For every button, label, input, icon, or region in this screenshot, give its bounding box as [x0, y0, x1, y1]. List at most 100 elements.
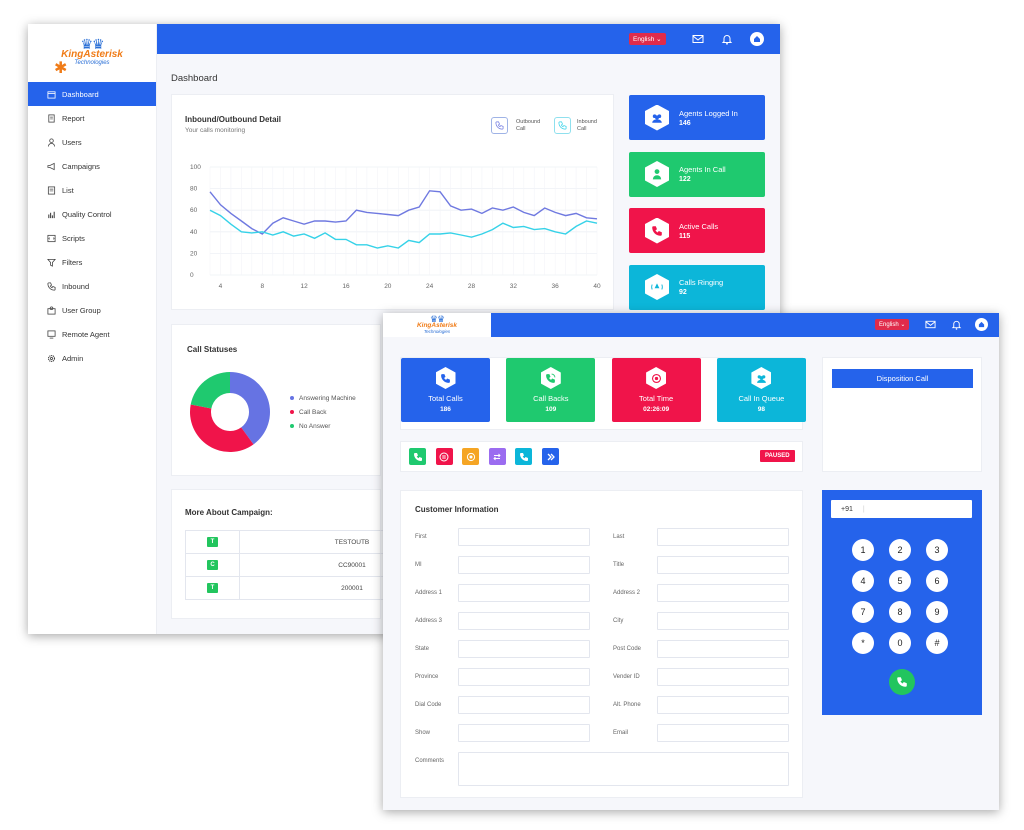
call-statuses-title: Call Statuses — [187, 345, 238, 354]
tile-label: Total Time — [639, 394, 674, 403]
stat-text: Agents Logged In 146 — [679, 109, 738, 127]
disposition-call-button[interactable]: Disposition Call — [832, 369, 973, 388]
tile-label: Call In Queue — [738, 394, 785, 403]
pause-button[interactable] — [435, 448, 453, 465]
stat-text: Agents In Call 122 — [679, 165, 726, 183]
legend-item: No Answer — [290, 419, 356, 433]
field-city-input[interactable] — [657, 612, 789, 630]
field-show-input[interactable] — [458, 724, 590, 742]
sidebar-item-users[interactable]: Users — [28, 130, 156, 154]
sidebar-item-filters[interactable]: Filters — [28, 250, 156, 274]
field-mi-input[interactable] — [458, 556, 590, 574]
tile-hexagon — [540, 367, 561, 389]
next-button[interactable] — [542, 448, 559, 465]
field-label: Post Code — [613, 646, 642, 652]
dial-key[interactable]: 7 — [852, 601, 874, 623]
phone-icon — [441, 373, 450, 383]
stat-text: Calls Ringing 92 — [679, 278, 723, 296]
field-label: Title — [613, 562, 625, 568]
field-email-input[interactable] — [657, 724, 789, 742]
mail-icon[interactable] — [925, 319, 936, 330]
sidebar-item-report[interactable]: Report — [28, 106, 156, 130]
field-label: Address 2 — [613, 590, 641, 596]
y-tick-label: 40 — [190, 229, 198, 236]
users-icon — [652, 113, 662, 123]
field-alt-phone-input[interactable] — [657, 696, 789, 714]
badge-cell: T — [185, 576, 240, 600]
comments-textarea[interactable] — [458, 752, 789, 786]
sidebar-item-remote-agent[interactable]: Remote Agent — [28, 322, 156, 346]
phone-icon — [413, 452, 422, 461]
field-address-1-input[interactable] — [458, 584, 590, 602]
field-state-input[interactable] — [458, 640, 590, 658]
top-bar: English ⌄ — [157, 24, 780, 54]
field-label: Dial Code — [415, 702, 442, 708]
record-button[interactable] — [462, 448, 480, 465]
sidebar-item-inbound[interactable]: Inbound — [28, 274, 156, 298]
y-tick-label: 0 — [190, 272, 194, 279]
home-icon[interactable] — [750, 32, 764, 46]
stat-hexagon — [645, 161, 669, 187]
tile-hexagon — [646, 367, 667, 389]
list-icon — [47, 185, 56, 195]
home-icon[interactable] — [975, 318, 988, 331]
dial-key[interactable]: 2 — [889, 539, 911, 561]
dial-key[interactable]: 9 — [926, 601, 948, 623]
sidebar-item-campaigns[interactable]: Campaigns — [28, 154, 156, 178]
bell-icon[interactable] — [721, 33, 733, 45]
dial-key[interactable]: 0 — [889, 632, 911, 654]
sidebar-item-label: Inbound — [62, 281, 90, 291]
field-province-input[interactable] — [458, 668, 590, 686]
field-address-3-input[interactable] — [458, 612, 590, 630]
field-last-input[interactable] — [657, 528, 789, 546]
sidebar-item-admin[interactable]: Admin — [28, 346, 156, 370]
field-first-input[interactable] — [458, 528, 590, 546]
dial-key[interactable]: 6 — [926, 570, 948, 592]
dial-key[interactable]: # — [926, 632, 948, 654]
calendar-icon — [47, 90, 56, 99]
logo-text: KingAsterisk — [416, 322, 458, 329]
status-badge: PAUSED — [760, 450, 795, 462]
phone-number-input[interactable]: +91 | — [831, 500, 972, 518]
dial-key[interactable]: 4 — [852, 570, 874, 592]
field-post-code-input[interactable] — [657, 640, 789, 658]
transfer-button[interactable] — [488, 448, 506, 465]
field-vender-id-input[interactable] — [657, 668, 789, 686]
x-tick-label: 36 — [552, 283, 560, 290]
legend-dot — [290, 424, 294, 428]
field-label: Province — [415, 674, 439, 680]
dial-key[interactable]: 5 — [889, 570, 911, 592]
field-address-2-input[interactable] — [657, 584, 789, 602]
sidebar-item-dashboard[interactable]: Dashboard — [28, 82, 156, 106]
ringing-icon — [651, 283, 663, 290]
phone-icon — [652, 225, 662, 236]
sidebar-item-quality-control[interactable]: Quality Control — [28, 202, 156, 226]
group-icon — [47, 305, 56, 315]
dial-key[interactable]: 8 — [889, 601, 911, 623]
dial-key[interactable]: 3 — [926, 539, 948, 561]
dial-button[interactable] — [515, 448, 533, 465]
donut-slice-no-answer — [190, 372, 230, 409]
field-title-input[interactable] — [657, 556, 789, 574]
country-code: +91 — [841, 505, 853, 513]
sidebar-item-user-group[interactable]: User Group — [28, 298, 156, 322]
tile-total-time: Total Time 02:26:09 — [611, 358, 701, 422]
answer-call-button[interactable] — [409, 448, 426, 465]
sidebar-item-label: Users — [62, 137, 82, 147]
record-icon — [466, 452, 475, 461]
sidebar-item-list[interactable]: List — [28, 178, 156, 202]
x-tick-label: 12 — [301, 283, 309, 290]
mail-icon[interactable] — [692, 33, 704, 45]
legend-item: Call Back — [290, 405, 356, 419]
field-label: MI — [415, 562, 422, 568]
dial-key[interactable]: * — [852, 632, 874, 654]
bell-icon[interactable] — [951, 319, 962, 330]
language-select[interactable]: English ⌄ — [875, 319, 910, 330]
logo-text: KingAsterisk — [61, 49, 123, 60]
sidebar-item-scripts[interactable]: Scripts — [28, 226, 156, 250]
dial-key[interactable]: 1 — [852, 539, 874, 561]
agent-logo: ♛♛ KingAsterisk Technologies — [383, 313, 491, 337]
language-select[interactable]: English ⌄ — [629, 33, 666, 45]
field-dial-code-input[interactable] — [458, 696, 590, 714]
call-button[interactable] — [889, 669, 915, 695]
